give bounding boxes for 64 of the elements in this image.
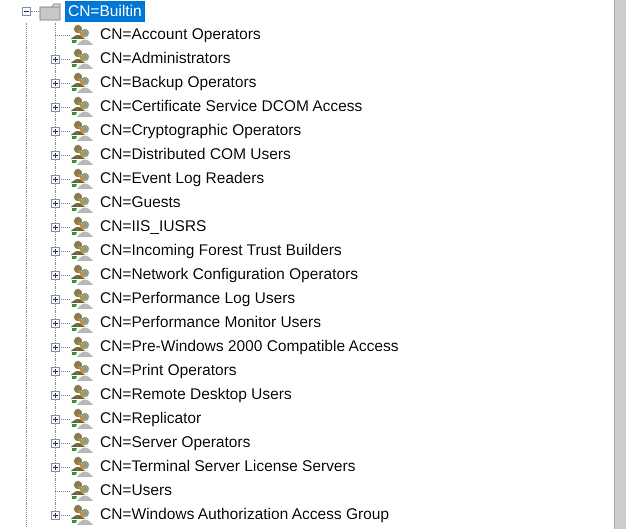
expand-icon[interactable] <box>51 367 60 376</box>
expand-icon[interactable] <box>51 79 60 88</box>
tree-item[interactable]: CN=Event Log Readers <box>100 167 264 191</box>
tree-item[interactable]: CN=Performance Log Users <box>100 287 296 311</box>
expand-icon[interactable] <box>51 343 60 352</box>
tree-item[interactable]: CN=Replicator <box>100 407 202 431</box>
user-group-icon <box>70 240 94 262</box>
user-group-icon <box>70 288 94 310</box>
expand-icon[interactable] <box>51 415 60 424</box>
tree-item[interactable]: CN=Windows Authorization Access Group <box>100 503 390 527</box>
user-group-icon <box>70 24 94 46</box>
tree-item[interactable]: CN=Account Operators <box>100 23 261 47</box>
tree-item[interactable]: CN=Remote Desktop Users <box>100 383 292 407</box>
user-group-icon <box>70 72 94 94</box>
expand-icon[interactable] <box>51 247 60 256</box>
expand-icon[interactable] <box>51 463 60 472</box>
expand-icon[interactable] <box>51 439 60 448</box>
user-group-icon <box>70 168 94 190</box>
tree-item[interactable]: CN=IIS_IUSRS <box>100 215 206 239</box>
tree-item[interactable]: CN=Server Operators <box>100 431 250 455</box>
user-group-icon <box>70 384 94 406</box>
expand-icon[interactable] <box>51 127 60 136</box>
user-group-icon <box>70 480 94 502</box>
user-group-icon <box>70 336 94 358</box>
expand-icon[interactable] <box>51 391 60 400</box>
user-group-icon <box>70 192 94 214</box>
user-group-icon <box>70 504 94 526</box>
user-group-icon <box>70 432 94 454</box>
user-group-icon <box>70 96 94 118</box>
expand-icon[interactable] <box>51 223 60 232</box>
collapse-icon[interactable] <box>22 7 31 16</box>
expand-icon[interactable] <box>51 511 60 520</box>
tree-item[interactable]: CN=Incoming Forest Trust Builders <box>100 239 342 263</box>
expand-icon[interactable] <box>51 55 60 64</box>
tree-item[interactable]: CN=Guests <box>100 191 181 215</box>
tree-item[interactable]: CN=Performance Monitor Users <box>100 311 321 335</box>
expand-icon[interactable] <box>51 271 60 280</box>
tree-item[interactable]: CN=Print Operators <box>100 359 237 383</box>
user-group-icon <box>70 264 94 286</box>
tree-item[interactable]: CN=Administrators <box>100 47 230 71</box>
tree-item[interactable]: CN=Users <box>100 479 172 503</box>
user-group-icon <box>70 216 94 238</box>
user-group-icon <box>70 312 94 334</box>
expand-icon[interactable] <box>51 199 60 208</box>
tree-item[interactable]: CN=Terminal Server License Servers <box>100 455 356 479</box>
user-group-icon <box>70 408 94 430</box>
expand-icon[interactable] <box>51 295 60 304</box>
expand-icon[interactable] <box>51 175 60 184</box>
user-group-icon <box>70 120 94 142</box>
tree-item[interactable]: CN=Distributed COM Users <box>100 143 291 167</box>
user-group-icon <box>70 456 94 478</box>
folder-icon <box>39 2 61 20</box>
user-group-icon <box>70 144 94 166</box>
tree-item[interactable]: CN=Builtin <box>65 1 145 22</box>
tree-item[interactable]: CN=Certificate Service DCOM Access <box>100 95 362 119</box>
expand-icon[interactable] <box>51 319 60 328</box>
user-group-icon <box>70 360 94 382</box>
user-group-icon <box>70 48 94 70</box>
tree-item[interactable]: CN=Backup Operators <box>100 71 256 95</box>
expand-icon[interactable] <box>51 103 60 112</box>
tree-item[interactable]: CN=Pre-Windows 2000 Compatible Access <box>100 335 399 359</box>
tree-item[interactable]: CN=Network Configuration Operators <box>100 263 358 287</box>
tree-item[interactable]: CN=Cryptographic Operators <box>100 119 302 143</box>
expand-icon[interactable] <box>51 151 60 160</box>
